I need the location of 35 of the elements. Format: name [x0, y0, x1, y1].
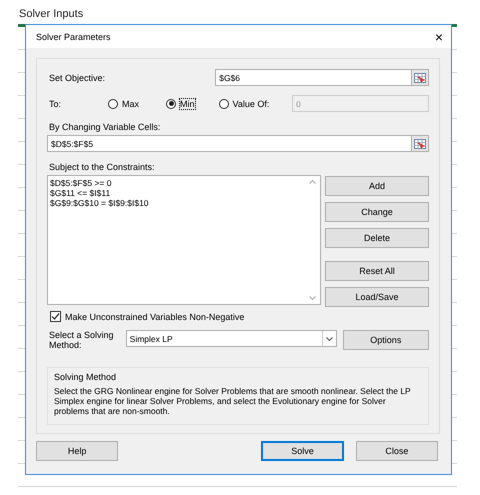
dropdown-value: Simplex LP: [130, 334, 173, 344]
constraint-button[interactable]: Delete: [325, 228, 429, 248]
radio-option[interactable]: Value Of:: [218, 98, 270, 108]
radio-option[interactable]: Max: [108, 98, 140, 108]
changing-cells-label: By Changing Variable Cells:: [49, 122, 160, 132]
changing-cells-field[interactable]: $D$5:$F$5: [47, 135, 412, 152]
info-title: Solving Method: [54, 372, 116, 382]
constraint-item[interactable]: $G$9:$G$10 = $I$9:$I$10: [50, 198, 303, 208]
objective-label: Set Objective:: [48, 72, 106, 82]
dialog-button[interactable]: Solve: [261, 441, 344, 461]
info-text: Select the GRG Nonlinear engine for Solver Problems that are smooth nonlinear. Select the LP Simplex engine for linear Solver Problems, and select the Evolutionary engine for Solver problems that are non-smooth.: [54, 386, 412, 416]
options-button[interactable]: Options: [342, 330, 429, 350]
checkbox[interactable]: [50, 311, 61, 322]
page-title: Solver Inputs: [18, 7, 84, 22]
constraint-button[interactable]: Reset All: [325, 261, 429, 281]
range-select-icon[interactable]: [414, 72, 426, 82]
to-label: To:: [48, 98, 62, 108]
radio-option[interactable]: Min: [166, 98, 195, 108]
constraints-label: Subject to the Constraints:: [49, 162, 155, 172]
dialog-button[interactable]: Help: [36, 441, 118, 461]
constraint-button[interactable]: Change: [325, 202, 429, 222]
dialog-title: Solver Parameters: [36, 32, 111, 42]
close-button[interactable]: ×: [434, 30, 443, 44]
constraint-item[interactable]: $D$5:$F$5 >= 0: [50, 178, 303, 188]
checkbox-label: Make Unconstrained Variables Non-Negative: [65, 312, 244, 322]
dialog-button[interactable]: Close: [356, 441, 438, 461]
objective-field[interactable]: $G$6: [215, 69, 412, 86]
constraint-button[interactable]: Load/Save: [325, 287, 429, 307]
dropdown-caret-icon: [326, 336, 333, 340]
constraint-button[interactable]: Add: [325, 176, 429, 196]
constraints-list[interactable]: $D$5:$F$5 >= 0 $G$11 <= $I$11 $G$9:$G$10 = $I$9:$I$10: [47, 175, 321, 305]
solving-method-dropdown[interactable]: Simplex LP: [126, 330, 337, 347]
range-select-icon[interactable]: [414, 138, 426, 148]
solving-method-label: Select a Solving Method:: [48, 330, 115, 350]
constraint-item[interactable]: $G$11 <= $I$11: [50, 188, 303, 198]
